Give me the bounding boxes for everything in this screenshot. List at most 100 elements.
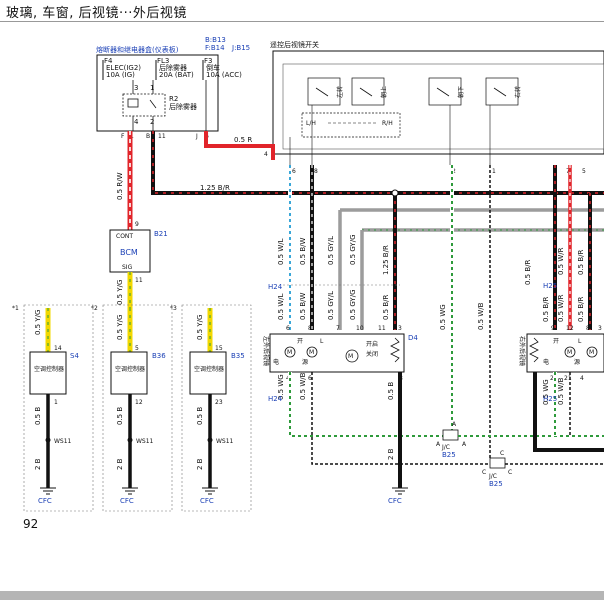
connector-d4: D4: [408, 334, 418, 342]
jc-c-label: J/C: [488, 473, 497, 480]
ac1-ws11: WS11: [54, 438, 72, 445]
ac1-pin-bottom: 1: [54, 399, 58, 406]
switch-label-left: 左转: [336, 86, 344, 98]
ac3-wire-2b: 2 B: [196, 458, 204, 470]
motor-glyph: M: [348, 353, 353, 360]
ac1-name: 空调控制器: [34, 365, 64, 373]
wire-label-gyl-lower: 0.5 GY/L: [327, 291, 335, 320]
connector-h24-top: H24: [268, 283, 283, 291]
lm-top-pin-6: 6: [286, 325, 290, 332]
ac3-splice: [207, 437, 213, 443]
wire-label-d4-2b: 2 B: [387, 448, 395, 460]
ms-pin-8: 8: [314, 168, 318, 175]
ac1-wire-b: 0.5 B: [34, 407, 42, 425]
rh-label: R/H: [382, 120, 393, 127]
lm-top-pin-11: 11: [378, 325, 386, 332]
relay-pin-3: 3: [134, 84, 138, 92]
connector-h25-top: H25: [543, 282, 557, 290]
left-mirror-lower-wires: 0.5 WG 0.5 W/B H24 0.5 B 2 B CFC: [268, 372, 500, 505]
ac2-code: B36: [152, 352, 166, 360]
page-number: 92: [23, 517, 39, 531]
mirror-switch-heading: 遥控后视镜开关: [270, 40, 319, 49]
bcm-pin-11: 11: [135, 277, 143, 284]
jc-c-pin-left: C: [482, 469, 486, 476]
ms-pin-6: 6: [292, 168, 296, 175]
ms-pin-5: 5: [582, 168, 586, 175]
rm-top-pin-12: 12: [566, 325, 574, 332]
ac2-ws11: WS11: [136, 438, 154, 445]
relay-pin-2: 2: [150, 118, 154, 126]
ac2-mark: *2: [91, 305, 98, 312]
wire-label-gyg: 0.5 GY/G: [349, 235, 357, 266]
bottom-bar: [0, 591, 604, 600]
left-mirror-name: 左外后视镜: [262, 336, 270, 366]
right-mirror-wires: 0.5 B/R 0.5 W/R 0.5 B/R H25 0.5 B/R 0.5 …: [524, 165, 592, 330]
long-wires: 0.5 WG 0.5 W/B A A A J/C B25 C C C J/C B…: [436, 165, 604, 488]
lm-top-pin-3: 3: [398, 325, 402, 332]
ac2-ground-cfc: CFC: [120, 497, 134, 505]
ac2-wire-2b: 2 B: [116, 458, 124, 470]
fuse-box-heading: 熔断器和继电器盒(仪表板): [96, 45, 179, 54]
wire-label-rw: 0.5 R/W: [116, 172, 124, 200]
left-mirror: 左外后视镜 D4 6 8 7 10 11 3 M M 开 L M 开启 关闭 电…: [262, 325, 418, 382]
ac1-splice: [45, 437, 51, 443]
ac1-wire-2b: 2 B: [34, 458, 42, 470]
right-mirror-lower-wires: 0.5 WG 0.5 W/B H25: [533, 372, 604, 452]
ac-controller-2: *2 5 B36 0.5 Y/G 空调控制器 12 0.5 B WS11 2 B…: [91, 304, 173, 512]
ac2-pin-bottom: 12: [135, 399, 143, 406]
ac3-ground-cfc: CFC: [200, 497, 214, 505]
wire-label-br-right-2: 0.5 B/R: [577, 249, 585, 275]
ground-cfc-d4: CFC: [388, 497, 402, 505]
right-mirror-name: 右外后视镜: [518, 336, 526, 366]
ac-controller-1: *1 0.5 Y/G 14 S4 空调控制器 1 0.5 B WS11 2 B …: [12, 304, 94, 512]
wire-label-wb-rm: 0.5 W/B: [557, 377, 565, 405]
relay-name: 后除雾器: [169, 102, 197, 111]
wire-label-gyg-lower: 0.5 GY/G: [349, 290, 357, 321]
bcm-cont-label: CONT: [116, 233, 133, 240]
rm-top-pin-8: 8: [586, 325, 590, 332]
ac1-mark: *1: [12, 305, 19, 312]
wire-label-gyl: 0.5 GY/L: [327, 236, 335, 265]
rm-side-label-2: 源: [574, 358, 580, 366]
wire-label-wb-long: 0.5 W/B: [477, 302, 485, 330]
wire-label-wl: 0.5 W/L: [277, 238, 285, 265]
bcm-pin-9: 9: [135, 221, 139, 228]
bcm-name: BCM: [120, 248, 138, 257]
fuse-box-pin-f-label: F: [121, 133, 125, 140]
wire-label-br-right-lower: 0.5 B/R: [542, 296, 550, 322]
ac2-wire-b: 0.5 B: [116, 407, 124, 425]
lm-top-pin-8: 8: [308, 325, 312, 332]
lh-label: L/H: [306, 120, 316, 127]
wire-label-br-right-1: 0.5 B/R: [524, 259, 532, 285]
ac3-ws11: WS11: [216, 438, 234, 445]
jc-a-pin-top: A: [452, 421, 457, 428]
fuse-fl3-rating: 20A (BAT): [159, 71, 194, 79]
wire-label-d4-b: 0.5 B: [387, 382, 395, 400]
jc-a-pin-left: A: [436, 441, 441, 448]
motor-glyph: M: [309, 349, 314, 356]
lm-motor-label-1: 开: [297, 338, 303, 345]
wire-label-125br-down: 1.25 B/R: [382, 245, 390, 275]
ac3-wire-yg: 0.5 Y/G: [196, 315, 204, 340]
fuse-f3-rating: 10A (ACC): [206, 71, 242, 79]
ac1-ground-cfc: CFC: [38, 497, 52, 505]
ac3-code: B35: [231, 352, 245, 360]
fuse-box-code-f: F:B14: [205, 44, 225, 52]
jc-a-label: J/C: [441, 444, 450, 451]
fuse-box-code-b: B:B13: [205, 36, 226, 44]
wiring-diagram: 熔断器和继电器盒(仪表板) B:B13 F:B14 J:B15 F4 ELEC(…: [12, 36, 604, 512]
wire-label-br-right-lower-2: 0.5 B/R: [577, 296, 585, 322]
wire-label-bw: 0.5 B/W: [299, 237, 307, 265]
wire-label-wg-long: 0.5 WG: [439, 304, 447, 330]
wire-label-05r: 0.5 R: [234, 136, 252, 144]
wire-label-yg-bcm: 0.5 Y/G: [116, 280, 124, 305]
wire-label-wr-right: 0.5 W/R: [557, 247, 565, 275]
wire-label-wl-lower: 0.5 W/L: [277, 293, 285, 320]
jc-c-pin-top: C: [500, 450, 504, 457]
fuse-box-pin-b-label: B: [146, 133, 150, 140]
jc-a-connector: [442, 429, 459, 441]
bcm-code: B21: [154, 230, 168, 238]
relay-id: R2: [169, 95, 178, 103]
wire-label-br-lower: 0.5 B/R: [382, 294, 390, 320]
jc-c-pin-right: C: [508, 469, 512, 476]
